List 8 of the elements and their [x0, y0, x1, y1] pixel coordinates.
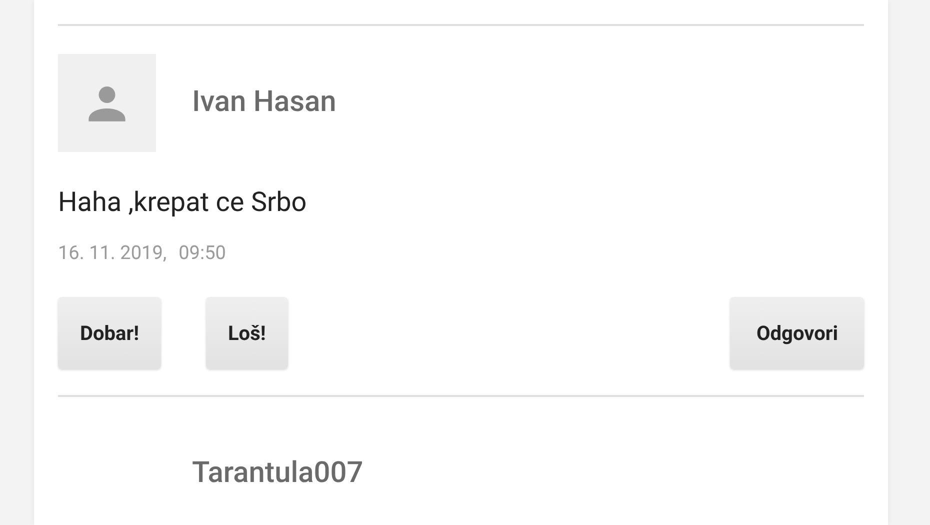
comment-date: 16. 11. 2019, — [58, 240, 167, 266]
comment-text: Haha ,krepat ce Srbo — [58, 185, 308, 220]
author-name: Tarantula007 — [192, 455, 364, 492]
reply-button[interactable]: Odgovori — [730, 297, 864, 369]
author-name: Ivan Hasan — [192, 84, 336, 122]
vote-button[interactable]: Dobar! — [58, 297, 161, 369]
vote-button[interactable]: Loš! — [206, 297, 288, 369]
comment-time: 09:50 — [178, 240, 226, 266]
